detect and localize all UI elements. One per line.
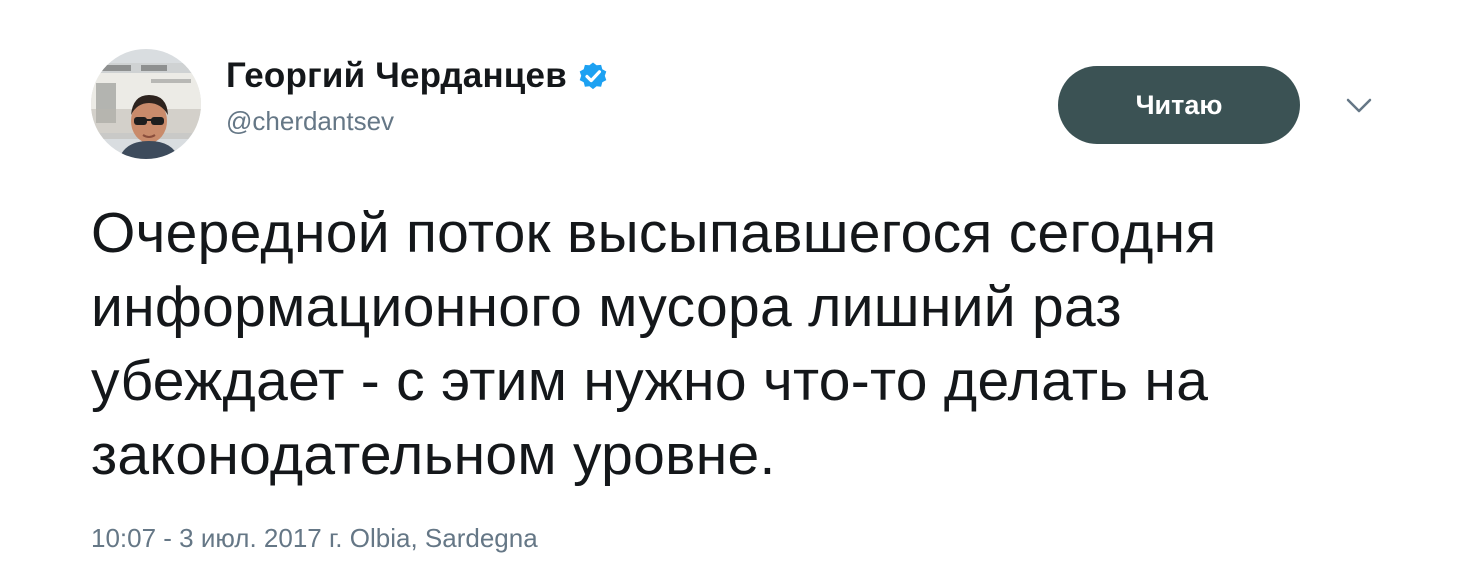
tweet-text-line: убеждает - с этим нужно что-то делать на <box>91 349 1209 413</box>
verified-badge-icon <box>577 61 609 93</box>
tweet-card: Георгий Черданцев @cherdantsev Читаю Оче… <box>0 0 1460 577</box>
follow-button[interactable]: Читаю <box>1058 66 1300 144</box>
author-name-row[interactable]: Георгий Черданцев <box>226 56 609 96</box>
author-block: Георгий Черданцев @cherdantsev <box>226 56 609 136</box>
chevron-down-icon <box>1346 98 1372 113</box>
tweet-timestamp[interactable]: 10:07 - 3 июл. 2017 г. <box>91 523 343 553</box>
author-avatar[interactable] <box>91 49 201 159</box>
tweet-text-line: информационного мусора лишний раз <box>91 275 1122 339</box>
tweet-menu-button[interactable] <box>1342 92 1376 120</box>
tweet-location[interactable]: Olbia, Sardegna <box>350 523 538 553</box>
tweet-text-line: Очередной поток высыпавшегося сегодня <box>91 201 1217 265</box>
author-display-name[interactable]: Георгий Черданцев <box>226 56 567 96</box>
tweet-text: Очередной поток высыпавшегося сегодня ин… <box>91 196 1391 492</box>
tweet-text-line: законодательном уровне. <box>91 423 776 487</box>
author-screen-name[interactable]: @cherdantsev <box>226 106 609 136</box>
tweet-metadata: 10:07 - 3 июл. 2017 г. Olbia, Sardegna <box>91 522 538 554</box>
